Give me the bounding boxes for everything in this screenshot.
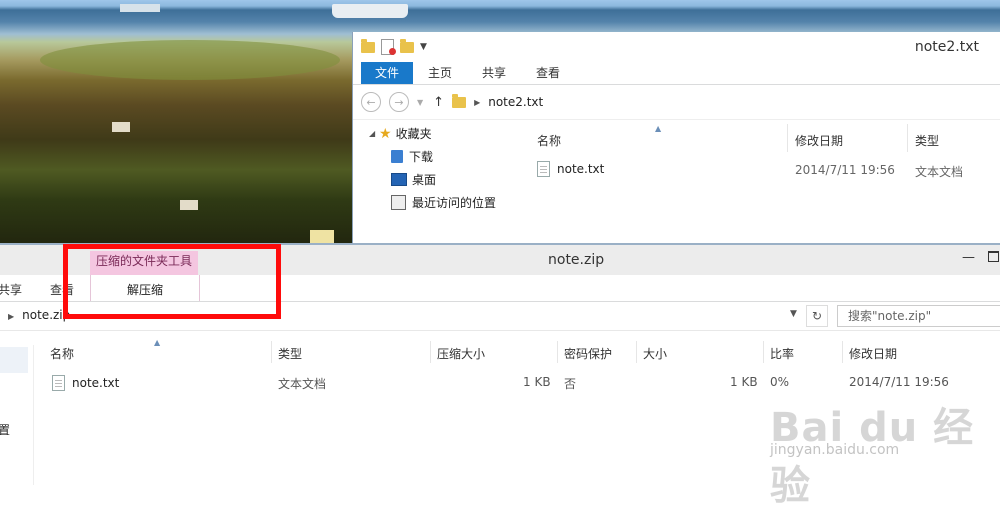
address-bar: ← → ▼ ↑ ▶ note2.txt <box>353 85 1000 120</box>
nav-item-desktop[interactable]: 桌面 <box>353 168 513 191</box>
navigation-pane: ◢ ★ 收藏夹 下载 桌面 最近访问的位置 <box>353 122 513 214</box>
tab-file[interactable]: 文件 <box>361 62 414 84</box>
column-header-date[interactable]: 修改日期 <box>849 345 897 362</box>
file-date: 2014/7/11 19:56 <box>849 375 949 389</box>
tab-share[interactable]: 共享 <box>467 62 521 84</box>
nav-item-label: 下载 <box>409 150 434 164</box>
search-input[interactable]: 搜索"note.zip" <box>837 305 1000 327</box>
column-header-compressed-size[interactable]: 压缩大小 <box>437 345 485 362</box>
chevron-down-icon[interactable]: ▼ <box>417 98 423 107</box>
column-divider[interactable] <box>763 341 764 363</box>
wallpaper-house <box>180 200 198 210</box>
column-header-name[interactable]: 名称 <box>537 132 561 149</box>
properties-icon[interactable] <box>381 39 396 55</box>
nav-favorites-label: 收藏夹 <box>395 127 432 141</box>
minimize-button[interactable]: — <box>962 250 975 265</box>
column-divider[interactable] <box>430 341 431 363</box>
chevron-right-icon[interactable]: ▶ <box>474 98 480 107</box>
desktop-icon <box>391 173 407 186</box>
tab-home[interactable]: 主页 <box>413 62 467 84</box>
file-type: 文本文档 <box>915 165 964 179</box>
expand-arrow-icon[interactable]: ◢ <box>369 129 379 138</box>
nav-item-label[interactable]: 置 <box>0 421 10 438</box>
address-dropdown-icon[interactable]: ▼ <box>790 309 797 319</box>
file-row[interactable]: note.txt <box>52 375 119 391</box>
column-divider[interactable] <box>271 341 272 363</box>
column-header-type[interactable]: 类型 <box>915 132 939 149</box>
nav-item-downloads[interactable]: 下载 <box>353 145 513 168</box>
window-title: note.zip <box>548 252 605 268</box>
file-name: note.txt <box>72 376 120 390</box>
file-ratio: 0% <box>770 375 790 389</box>
explorer-window-note2: ▼ note2.txt 文件 主页 共享 查看 ← → ▼ ↑ ▶ note2.… <box>352 32 1000 244</box>
column-header-name[interactable]: 名称 <box>50 345 74 362</box>
title-bar: ▼ note2.txt <box>353 32 1000 62</box>
back-icon[interactable]: ← <box>361 92 381 112</box>
file-row[interactable]: note.txt <box>537 161 604 177</box>
nav-selected-item[interactable] <box>0 347 28 373</box>
wallpaper-ship <box>120 4 160 12</box>
forward-icon[interactable]: → <box>389 92 409 112</box>
star-icon: ★ <box>379 125 392 142</box>
breadcrumb[interactable]: note2.txt <box>488 95 543 109</box>
file-size: 1 KB <box>730 375 758 389</box>
maximize-button[interactable] <box>988 251 999 262</box>
file-compressed-size: 1 KB <box>523 375 551 389</box>
text-file-icon <box>52 375 65 391</box>
column-header-date[interactable]: 修改日期 <box>795 132 843 149</box>
new-folder-icon[interactable] <box>400 38 414 53</box>
file-type: 文本文档 <box>278 377 327 391</box>
wallpaper-ship <box>332 4 408 18</box>
nav-item-label: 最近访问的位置 <box>412 196 497 210</box>
column-divider[interactable] <box>842 341 843 363</box>
tab-share[interactable]: 共享 <box>0 281 22 298</box>
up-arrow-icon[interactable]: ↑ <box>433 95 444 110</box>
download-folder-icon <box>391 150 403 163</box>
folder-icon[interactable] <box>361 38 375 53</box>
chevron-down-icon[interactable]: ▼ <box>420 42 427 52</box>
wallpaper-house <box>112 122 130 132</box>
text-file-icon <box>537 161 550 177</box>
folder-icon <box>452 93 467 108</box>
column-divider[interactable] <box>907 124 908 152</box>
highlight-box <box>63 244 281 319</box>
breadcrumb[interactable]: ▶ note.zip <box>8 308 70 322</box>
window-title: note2.txt <box>914 39 979 55</box>
ribbon-tabs: 文件 主页 共享 查看 <box>353 62 1000 85</box>
column-divider[interactable] <box>787 124 788 152</box>
file-date: 2014/7/11 19:56 <box>795 163 895 177</box>
column-header-password[interactable]: 密码保护 <box>564 345 612 362</box>
desktop-folder-icon[interactable] <box>310 230 334 244</box>
chevron-right-icon[interactable]: ▶ <box>8 312 14 321</box>
column-divider[interactable] <box>636 341 637 363</box>
column-header-size[interactable]: 大小 <box>643 345 667 362</box>
quick-access-toolbar: ▼ <box>361 38 427 55</box>
sort-caret-icon: ▲ <box>655 124 662 133</box>
file-name: note.txt <box>557 162 605 176</box>
nav-item-label: 桌面 <box>412 173 437 187</box>
column-header-type[interactable]: 类型 <box>278 345 302 362</box>
column-divider[interactable] <box>557 341 558 363</box>
sort-caret-icon: ▲ <box>154 338 161 347</box>
nav-item-recent[interactable]: 最近访问的位置 <box>353 191 513 214</box>
wallpaper-field <box>40 40 340 80</box>
refresh-button[interactable]: ↻ <box>806 305 828 327</box>
file-password: 否 <box>564 377 577 391</box>
nav-favorites[interactable]: ◢ ★ 收藏夹 <box>353 122 513 145</box>
tab-view[interactable]: 查看 <box>521 62 575 84</box>
recent-places-icon <box>391 195 406 210</box>
column-header-ratio[interactable]: 比率 <box>770 345 794 362</box>
watermark-url: jingyan.baidu.com <box>770 442 900 458</box>
